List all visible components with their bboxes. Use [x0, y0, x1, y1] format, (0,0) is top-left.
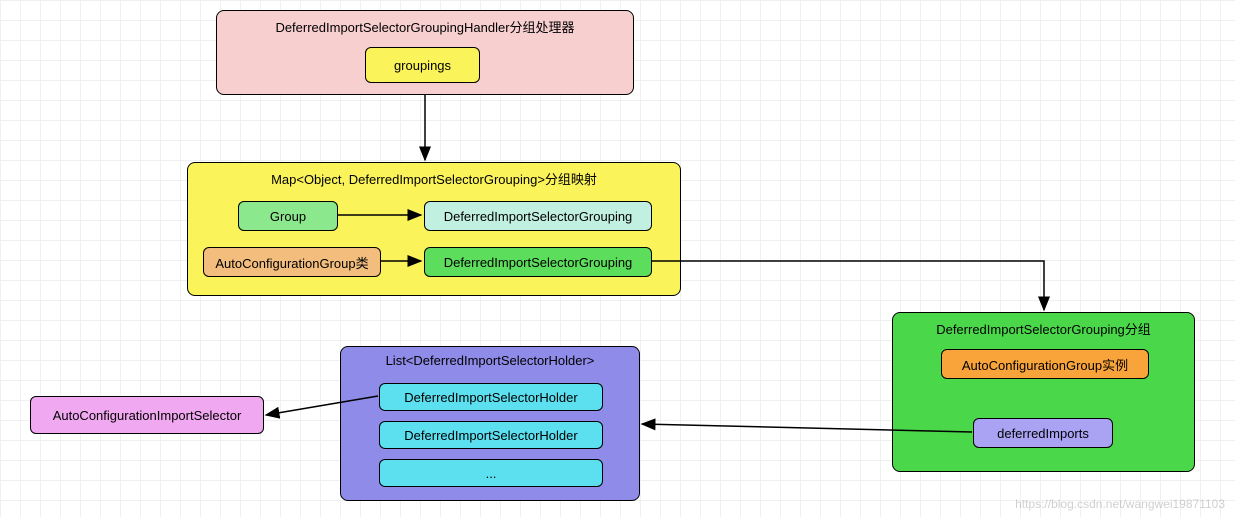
map-group-val: DeferredImportSelectorGrouping	[424, 201, 652, 231]
map-container: Map<Object, DeferredImportSelectorGroupi…	[187, 162, 681, 296]
list-item-3: ...	[379, 459, 603, 487]
map-auto-val: DeferredImportSelectorGrouping	[424, 247, 652, 277]
grouping-container: DeferredImportSelectorGrouping分组 AutoCon…	[892, 312, 1195, 472]
grouping-deferred: deferredImports	[973, 418, 1113, 448]
list-title: List<DeferredImportSelectorHolder>	[341, 353, 639, 368]
selector-box: AutoConfigurationImportSelector	[30, 396, 264, 434]
list-container: List<DeferredImportSelectorHolder> Defer…	[340, 346, 640, 501]
map-group-key: Group	[238, 201, 338, 231]
list-item-1: DeferredImportSelectorHolder	[379, 383, 603, 411]
handler-title: DeferredImportSelectorGroupingHandler分组处…	[217, 17, 633, 36]
grouping-instance: AutoConfigurationGroup实例	[941, 349, 1149, 379]
map-auto-key: AutoConfigurationGroup类	[203, 247, 381, 277]
handler-container: DeferredImportSelectorGroupingHandler分组处…	[216, 10, 634, 95]
grouping-title: DeferredImportSelectorGrouping分组	[893, 319, 1194, 338]
map-title: Map<Object, DeferredImportSelectorGroupi…	[188, 169, 680, 188]
watermark: https://blog.csdn.net/wangwei19871103	[1015, 497, 1225, 511]
list-item-2: DeferredImportSelectorHolder	[379, 421, 603, 449]
groupings-box: groupings	[365, 47, 480, 83]
